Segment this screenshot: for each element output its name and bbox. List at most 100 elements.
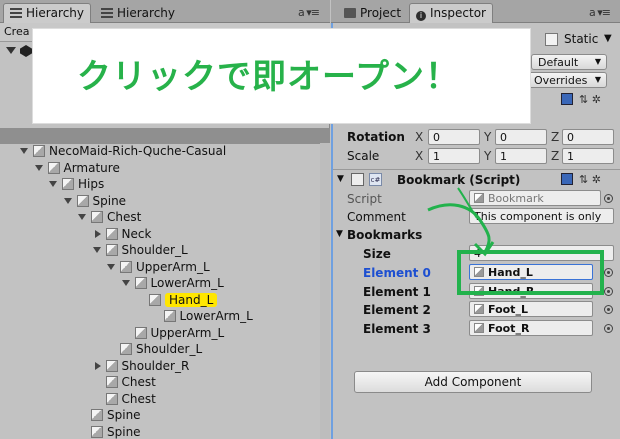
hierarchy-row[interactable]: LowerArm_L bbox=[151, 308, 253, 325]
element-label: Element 1 bbox=[363, 284, 431, 299]
tab-menu-icon[interactable]: a ▾≡ bbox=[589, 6, 611, 19]
hierarchy-row-label: UpperArm_L bbox=[136, 259, 210, 274]
collapse-arrow-icon[interactable] bbox=[20, 148, 28, 154]
hierarchy-row-label: Hand_L bbox=[165, 292, 218, 307]
hierarchy-row-label: Spine bbox=[92, 193, 127, 208]
static-checkbox[interactable] bbox=[545, 33, 558, 46]
rotation-y-field[interactable]: 0 bbox=[495, 129, 547, 145]
element-label: Element 3 bbox=[363, 321, 431, 336]
tab-hierarchy-2[interactable]: Hierarchy bbox=[94, 3, 182, 23]
annotation-arrow-icon bbox=[427, 187, 495, 257]
element-object-field[interactable]: Foot_R bbox=[469, 319, 593, 336]
add-component-button[interactable]: Add Component bbox=[354, 371, 592, 393]
hierarchy-row[interactable]: Shoulder_L bbox=[107, 341, 202, 358]
hierarchy-row-label: Spine bbox=[107, 408, 141, 422]
layer-dropdown[interactable]: Default ▼ bbox=[531, 54, 607, 70]
gameobject-cube-icon bbox=[149, 293, 161, 306]
hierarchy-row-label: NecoMaid-Rich-Quche-Casual bbox=[49, 144, 227, 158]
unity-scene-icon bbox=[20, 45, 32, 57]
bookmark-component-icons[interactable]: ⇅ ✲ bbox=[561, 173, 601, 186]
hierarchy-row[interactable]: Shoulder_R bbox=[93, 358, 189, 375]
info-icon: i bbox=[416, 11, 426, 21]
hierarchy-row-label: Shoulder_L bbox=[121, 243, 188, 257]
hierarchy-row[interactable]: Chest bbox=[78, 209, 141, 226]
collapse-arrow-icon[interactable] bbox=[92, 247, 101, 253]
object-picker-icon[interactable] bbox=[604, 286, 613, 296]
gameobject-cube-icon bbox=[105, 392, 118, 405]
help-book-icon[interactable] bbox=[561, 93, 573, 105]
expand-arrow-icon[interactable] bbox=[94, 361, 101, 370]
collapse-arrow-icon[interactable] bbox=[49, 181, 57, 187]
hierarchy-row[interactable]: Spine bbox=[78, 407, 141, 424]
gameobject-cube-icon bbox=[120, 343, 132, 355]
axis-z-label: Z bbox=[551, 149, 560, 163]
rotation-z-field[interactable]: 0 bbox=[562, 129, 614, 145]
hierarchy-scrollbar[interactable] bbox=[320, 143, 330, 439]
hierarchy-row-label: LowerArm_L bbox=[150, 276, 224, 290]
hierarchy-row[interactable]: Hips bbox=[49, 176, 104, 193]
gameobject-cube-icon bbox=[105, 227, 118, 240]
expand-arrow-icon[interactable] bbox=[6, 47, 16, 54]
create-button[interactable]: Crea bbox=[4, 25, 29, 38]
hierarchy-row[interactable]: LowerArm_L bbox=[121, 275, 224, 292]
overrides-dropdown[interactable]: Overrides ▼ bbox=[527, 72, 607, 88]
gameobject-cube-icon bbox=[134, 326, 147, 339]
expand-arrow-icon[interactable] bbox=[94, 229, 101, 238]
hierarchy-row[interactable]: Spine bbox=[63, 193, 127, 210]
collapse-arrow-icon[interactable]: ▼ bbox=[337, 174, 344, 184]
hierarchy-row[interactable]: Chest bbox=[93, 391, 156, 408]
scale-y-field[interactable]: 1 bbox=[495, 148, 547, 164]
object-picker-icon[interactable] bbox=[604, 268, 613, 277]
rotation-label: Rotation bbox=[347, 130, 405, 144]
help-book-icon[interactable] bbox=[561, 173, 573, 185]
tab-label: Hierarchy bbox=[26, 6, 85, 20]
collapse-arrow-icon[interactable] bbox=[63, 197, 72, 204]
hierarchy-row-label: Chest bbox=[121, 391, 156, 406]
tab-project[interactable]: Project bbox=[337, 3, 408, 23]
tab-hierarchy[interactable]: Hierarchy bbox=[3, 3, 92, 24]
rotation-x-field[interactable]: 0 bbox=[428, 129, 480, 145]
script-component-checkbox[interactable] bbox=[351, 173, 364, 186]
collapse-arrow-icon[interactable] bbox=[78, 214, 86, 220]
comment-label: Comment bbox=[347, 210, 406, 224]
element-object-field[interactable]: Foot_L bbox=[469, 301, 593, 318]
object-picker-icon[interactable] bbox=[604, 194, 613, 203]
layer-dropdown-value: Default bbox=[538, 56, 579, 69]
hierarchy-row[interactable]: UpperArm_L bbox=[122, 325, 225, 342]
object-picker-icon[interactable] bbox=[604, 323, 613, 333]
tab-menu-icon[interactable]: a ▾≡ bbox=[298, 6, 320, 19]
scale-z-field[interactable]: 1 bbox=[562, 148, 614, 164]
axis-y-label: Y bbox=[484, 149, 492, 163]
collapse-arrow-icon[interactable] bbox=[34, 164, 43, 171]
tab-label: Inspector bbox=[430, 6, 486, 20]
gameobject-cube-icon bbox=[105, 359, 118, 372]
gameobject-cube-icon bbox=[91, 409, 103, 421]
component-divider bbox=[333, 169, 620, 170]
object-picker-icon[interactable] bbox=[604, 305, 613, 315]
script-icon: c# bbox=[369, 173, 382, 186]
tab-label: Hierarchy bbox=[117, 6, 176, 20]
hierarchy-row[interactable]: Shoulder_L bbox=[92, 242, 188, 259]
hierarchy-row-label: Hips bbox=[78, 177, 105, 191]
hierarchy-row[interactable]: NecoMaid-Rich-Quche-Casual bbox=[20, 143, 226, 160]
hierarchy-row[interactable]: UpperArm_L bbox=[107, 259, 210, 276]
collapse-arrow-icon[interactable] bbox=[121, 280, 130, 286]
hierarchy-row[interactable]: Spine bbox=[78, 424, 141, 439]
chevron-down-icon: ▼ bbox=[594, 57, 601, 66]
tab-inspector[interactable]: i Inspector bbox=[409, 3, 493, 24]
gameobject-cube-icon bbox=[47, 161, 60, 174]
scale-x-field[interactable]: 1 bbox=[428, 148, 480, 164]
gameobject-cube-icon bbox=[474, 304, 484, 315]
element-object-value: Foot_R bbox=[488, 321, 530, 335]
hierarchy-row[interactable]: Chest bbox=[93, 374, 156, 391]
hierarchy-row[interactable]: Hand_L bbox=[136, 292, 218, 309]
hierarchy-row[interactable]: Neck bbox=[93, 226, 151, 243]
collapse-arrow-icon[interactable] bbox=[107, 263, 115, 270]
chevron-down-icon[interactable]: ▼ bbox=[604, 33, 612, 44]
folder-icon bbox=[344, 8, 356, 18]
transform-component-icons[interactable]: ⇅ ✲ bbox=[561, 93, 601, 106]
collapse-arrow-icon[interactable]: ▼ bbox=[336, 229, 343, 239]
hierarchy-row-label: UpperArm_L bbox=[150, 325, 225, 340]
hierarchy-row[interactable]: Armature bbox=[34, 160, 120, 177]
selected-row-strip[interactable] bbox=[0, 128, 330, 144]
